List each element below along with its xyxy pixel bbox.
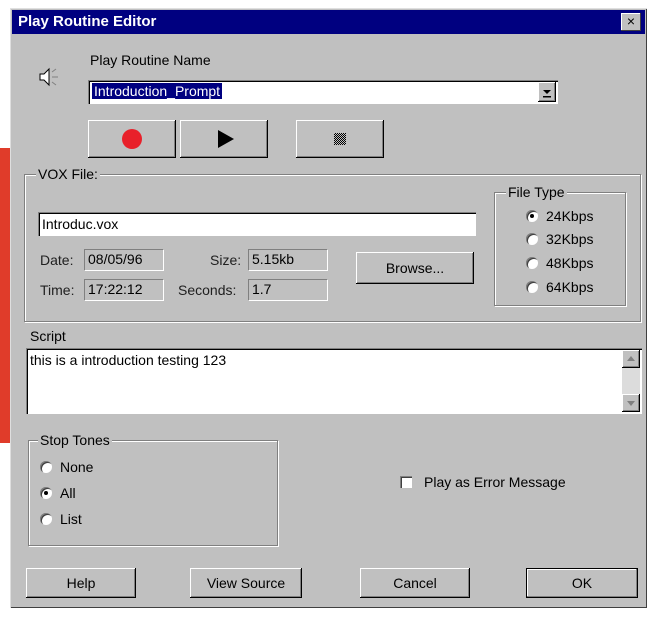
stop-tones-legend: Stop Tones xyxy=(38,432,112,448)
radio-label: 64Kbps xyxy=(546,279,594,295)
close-icon: × xyxy=(626,13,636,29)
radio-label: 32Kbps xyxy=(546,231,594,247)
script-label: Script xyxy=(30,328,66,344)
radio-button xyxy=(526,233,538,245)
cancel-button[interactable]: Cancel xyxy=(360,568,470,598)
title-bar: Play Routine Editor × xyxy=(12,10,645,34)
radio-label: All xyxy=(60,485,76,501)
scroll-up-button[interactable] xyxy=(622,350,640,368)
radio-button xyxy=(40,461,52,473)
combo-dropdown-button[interactable] xyxy=(538,82,556,102)
file-type-64kbps[interactable]: 64Kbps xyxy=(526,279,622,299)
stop-tones-all[interactable]: All xyxy=(40,485,140,505)
size-label: Size: xyxy=(210,252,242,268)
ok-button[interactable]: OK xyxy=(526,568,638,598)
date-field: 08/05/96 xyxy=(84,249,164,271)
routine-name-value: Introduction_Prompt xyxy=(92,83,223,99)
close-button[interactable]: × xyxy=(621,13,641,31)
stop-tones-none[interactable]: None xyxy=(40,459,140,479)
file-type-32kbps[interactable]: 32Kbps xyxy=(526,231,622,251)
file-type-48kbps[interactable]: 48Kbps xyxy=(526,255,622,275)
stop-tones-list[interactable]: List xyxy=(40,511,140,531)
scroll-down-icon xyxy=(627,401,635,406)
routine-name-combobox[interactable]: Introduction_Prompt xyxy=(88,80,558,104)
checkbox xyxy=(400,476,412,488)
routine-name-label: Play Routine Name xyxy=(90,52,211,68)
radio-label: 48Kbps xyxy=(546,255,594,271)
play-icon xyxy=(218,130,234,148)
radio-button xyxy=(40,487,52,499)
view-source-label: View Source xyxy=(206,575,286,591)
play-routine-editor-dialog: Play Routine Editor × Play Routine Name … xyxy=(10,8,647,608)
cancel-label: Cancel xyxy=(393,575,437,591)
browse-button[interactable]: Browse... xyxy=(356,252,474,284)
radio-button xyxy=(40,513,52,525)
help-label: Help xyxy=(66,575,96,591)
script-textarea[interactable]: this is a introduction testing 123 xyxy=(26,348,642,414)
vox-file-value: Introduc.vox xyxy=(42,216,119,232)
script-value: this is a introduction testing 123 xyxy=(30,352,227,368)
speaker-icon xyxy=(39,67,58,87)
ok-label: OK xyxy=(571,575,593,591)
chevron-down-icon xyxy=(543,90,551,98)
stop-icon xyxy=(334,133,346,145)
radio-button xyxy=(526,210,538,222)
date-label: Date: xyxy=(40,252,74,268)
file-type-24kbps[interactable]: 24Kbps xyxy=(526,208,622,228)
file-type-legend: File Type xyxy=(506,184,567,200)
radio-label: None xyxy=(60,459,94,475)
seconds-label: Seconds: xyxy=(178,282,237,298)
browse-label: Browse... xyxy=(385,260,445,276)
record-icon xyxy=(122,129,142,149)
accent-bar xyxy=(0,148,10,443)
radio-label: List xyxy=(60,511,82,527)
record-button[interactable] xyxy=(88,120,176,158)
size-value: 5.15kb xyxy=(252,251,295,267)
play-button[interactable] xyxy=(180,120,268,158)
seconds-value: 1.7 xyxy=(252,281,272,297)
scroll-down-button[interactable] xyxy=(622,394,640,412)
script-scrollbar[interactable] xyxy=(622,350,640,412)
view-source-button[interactable]: View Source xyxy=(190,568,302,598)
vox-file-input[interactable]: Introduc.vox xyxy=(38,212,476,236)
help-button[interactable]: Help xyxy=(26,568,136,598)
stop-button[interactable] xyxy=(296,120,384,158)
size-field: 5.15kb xyxy=(248,249,328,271)
window-title: Play Routine Editor xyxy=(18,13,157,30)
date-value: 08/05/96 xyxy=(88,251,143,267)
play-as-error-label: Play as Error Message xyxy=(424,474,566,490)
scroll-up-icon xyxy=(627,356,635,361)
seconds-field: 1.7 xyxy=(248,279,328,301)
play-as-error-checkbox[interactable]: Play as Error Message xyxy=(400,474,600,494)
vox-file-legend: VOX File: xyxy=(36,166,100,182)
radio-button xyxy=(526,281,538,293)
time-field: 17:22:12 xyxy=(84,279,164,301)
radio-button xyxy=(526,257,538,269)
radio-label: 24Kbps xyxy=(546,208,594,224)
time-label: Time: xyxy=(40,282,75,298)
time-value: 17:22:12 xyxy=(88,281,143,297)
